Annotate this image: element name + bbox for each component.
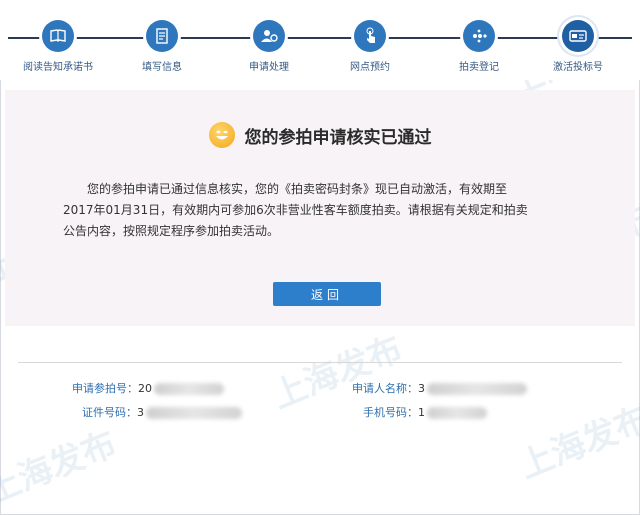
processing-icon: [253, 20, 285, 52]
step-label: 拍卖登记: [459, 62, 499, 73]
form-icon: [146, 20, 178, 52]
dots-icon: [463, 20, 495, 52]
step-label: 激活投标号: [553, 62, 603, 73]
divider: [18, 362, 622, 363]
step-appointment: 网点预约: [320, 20, 420, 73]
redacted-mask: [146, 407, 242, 419]
back-button[interactable]: 返回: [273, 282, 381, 306]
progress-steps: 阅读告知承诺书 填写信息 申请处理 网点预约 拍卖登记 激活投标号: [0, 0, 640, 80]
step-processing: 申请处理: [219, 20, 319, 73]
card-icon: [562, 20, 594, 52]
phone-value: 1: [418, 406, 425, 419]
message-line: 公告内容，按照规定程序参加拍卖活动。: [63, 224, 280, 238]
redacted-mask: [427, 383, 527, 395]
message-line: 您的参拍申请已通过信息核实，您的《拍卖密码封条》现已自动激活，有效期至: [87, 182, 508, 196]
application-no-label: 申请参拍号：: [72, 382, 138, 395]
step-auction-register: 拍卖登记: [429, 20, 529, 73]
redacted-mask: [427, 407, 487, 419]
result-message: 您的参拍申请已通过信息核实，您的《拍卖密码封条》现已自动激活，有效期至 2017…: [63, 179, 573, 242]
redacted-mask: [154, 383, 224, 395]
phone-field: 手机号码：1: [363, 404, 487, 420]
applicant-name-value: 3: [418, 382, 425, 395]
step-label: 申请处理: [249, 62, 289, 73]
smile-icon: [208, 122, 235, 148]
step-read-notice: 阅读告知承诺书: [8, 20, 108, 73]
step-label: 网点预约: [350, 62, 390, 73]
result-title-row: 您的参拍申请核实已通过: [5, 122, 635, 148]
book-icon: [42, 20, 74, 52]
id-no-label: 证件号码：: [82, 406, 137, 419]
application-no-value: 20: [138, 382, 152, 395]
id-no-value: 3: [137, 406, 144, 419]
step-label: 阅读告知承诺书: [23, 62, 93, 73]
result-panel: 您的参拍申请核实已通过 您的参拍申请已通过信息核实，您的《拍卖密码封条》现已自动…: [5, 90, 635, 326]
application-no-field: 申请参拍号：20: [72, 380, 224, 396]
step-label: 填写信息: [142, 62, 182, 73]
step-fill-info: 填写信息: [112, 20, 212, 73]
step-activate-bid: 激活投标号: [528, 20, 628, 73]
phone-label: 手机号码：: [363, 406, 418, 419]
message-line: 2017年01月31日，有效期内可参加6次非营业性客车额度拍卖。请根据有关规定和…: [63, 203, 528, 217]
result-title: 您的参拍申请核实已通过: [244, 127, 432, 148]
applicant-name-label: 申请人名称：: [352, 382, 418, 395]
tap-icon: [354, 20, 386, 52]
applicant-name-field: 申请人名称：3: [352, 380, 527, 396]
id-no-field: 证件号码：3: [82, 404, 242, 420]
